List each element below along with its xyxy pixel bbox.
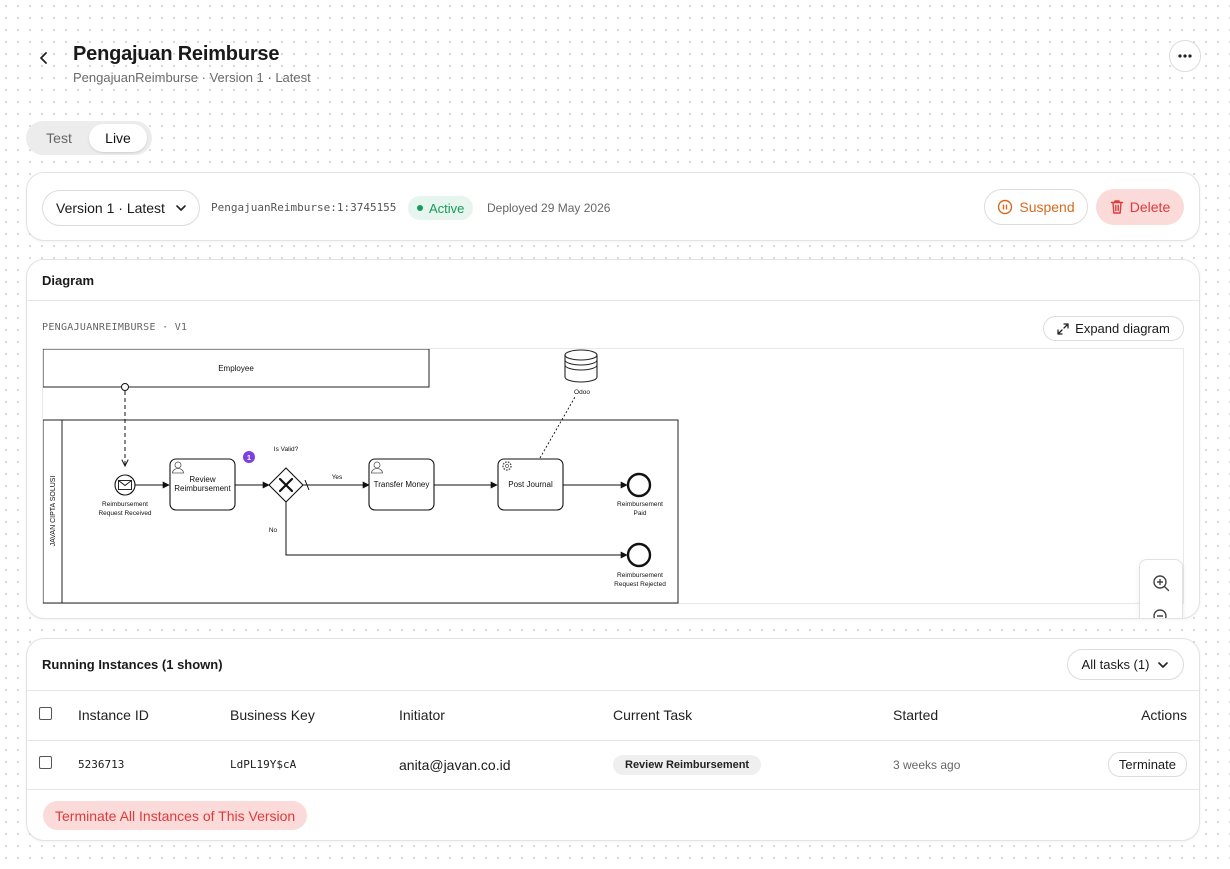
delete-button[interactable]: Delete: [1096, 189, 1184, 225]
suspend-label: Suspend: [1019, 199, 1075, 215]
diagram-caption: PENGAJUANREIMBURSE · V1: [42, 322, 188, 333]
end-paid-label-1: Reimbursement: [617, 501, 663, 508]
page-subtitle: PengajuanReimburse · Version 1 · Latest: [73, 70, 311, 85]
process-definition-key: PengajuanReimburse:1:3745155: [211, 201, 397, 214]
task-filter-dropdown[interactable]: All tasks (1): [1067, 649, 1184, 680]
task-transfer-money[interactable]: Transfer Money: [368, 458, 435, 511]
select-all-checkbox[interactable]: [39, 707, 52, 721]
deployed-date: Deployed 29 May 2026: [487, 201, 611, 215]
table-header-row: Instance ID Business Key Initiator Curre…: [27, 691, 1199, 740]
terminate-button[interactable]: Terminate: [1107, 752, 1187, 777]
task-filter-label: All tasks (1): [1081, 657, 1150, 672]
col-started[interactable]: Started: [893, 691, 1043, 740]
page-title: Pengajuan Reimburse: [73, 43, 280, 65]
instances-header: Running Instances (1 shown) All tasks (1…: [27, 639, 1199, 691]
trash-icon: [1110, 200, 1123, 214]
flow-label-yes: Yes: [332, 474, 343, 481]
odoo-datastore[interactable]: Odoo: [564, 349, 598, 396]
zoom-out-icon: [1153, 609, 1167, 618]
zoom-controls: [1139, 559, 1183, 618]
expand-diagram-label: Expand diagram: [1075, 321, 1170, 336]
zoom-out-button[interactable]: [1149, 605, 1173, 618]
status-text: Active: [429, 200, 465, 216]
cell-business-key: LdPL19Y$cA: [230, 758, 297, 771]
zoom-in-button[interactable]: [1149, 571, 1173, 595]
version-select-label: Version 1 · Latest: [56, 200, 165, 216]
col-initiator[interactable]: Initiator: [399, 691, 613, 740]
back-button[interactable]: [34, 48, 54, 68]
expand-icon: [1057, 322, 1069, 335]
post-journal-label: Post Journal: [508, 480, 553, 489]
start-event-label-1: Reimbursement: [102, 501, 148, 508]
current-task-pill: Review Reimbursement: [613, 754, 762, 775]
cell-started: 3 weeks ago: [893, 757, 961, 772]
instances-table: Instance ID Business Key Initiator Curre…: [27, 691, 1199, 790]
col-business-key[interactable]: Business Key: [230, 691, 399, 740]
employee-pool-label: Employee: [218, 364, 254, 373]
odoo-label: Odoo: [574, 389, 590, 396]
end-rejected-label-2: Request Rejected: [614, 581, 666, 588]
chevron-down-icon: [1158, 661, 1169, 668]
task-post-journal[interactable]: Post Journal: [497, 458, 564, 511]
instances-title: Running Instances (1 shown): [42, 657, 223, 672]
chevron-down-icon: [176, 205, 186, 211]
row-checkbox[interactable]: [39, 755, 52, 769]
col-actions: Actions: [1141, 707, 1187, 724]
bpmn-diagram: Employee Odoo JAVAN CIPTA SOLUSI Reimbur…: [42, 348, 679, 604]
suspend-button[interactable]: Suspend: [984, 189, 1088, 225]
end-paid-label-2: Paid: [633, 510, 646, 517]
status-badge: Active: [408, 196, 474, 220]
cell-instance-id: 5236713: [78, 758, 125, 771]
expand-diagram-button[interactable]: Expand diagram: [1043, 316, 1184, 341]
diagram-heading: Diagram: [27, 260, 1199, 301]
terminate-all-button[interactable]: Terminate All Instances of This Version: [43, 801, 308, 830]
col-instance-id[interactable]: Instance ID: [78, 691, 230, 740]
transfer-task-label: Transfer Money: [374, 480, 430, 489]
environment-toggle: Test Live: [26, 121, 152, 155]
zoom-in-icon: [1153, 575, 1170, 592]
bpmn-canvas[interactable]: Employee Odoo JAVAN CIPTA SOLUSI Reimbur…: [42, 348, 1184, 618]
col-current-task[interactable]: Current Task: [613, 691, 893, 740]
version-bar: Version 1 · Latest PengajuanReimburse:1:…: [26, 172, 1200, 241]
flow-label-no: No: [269, 527, 278, 534]
review-task-label-1: Review: [189, 475, 215, 484]
review-task-label-2: Reimbursement: [174, 484, 231, 493]
end-rejected-label-1: Reimbursement: [617, 572, 663, 579]
gateway-label: Is Valid?: [274, 446, 299, 453]
more-horizontal-icon: [1178, 54, 1192, 58]
delete-label: Delete: [1129, 199, 1171, 215]
employee-pool[interactable]: Employee: [42, 348, 430, 388]
start-event-label-2: Request Received: [98, 510, 151, 517]
chevron-left-icon: [40, 52, 47, 64]
pause-circle-icon: [998, 199, 1013, 215]
version-select[interactable]: Version 1 · Latest: [42, 190, 200, 226]
status-dot-icon: [417, 205, 423, 211]
tab-live[interactable]: Live: [89, 124, 147, 152]
diagram-card: Diagram PENGAJUANREIMBURSE · V1 Expand d…: [26, 259, 1200, 619]
running-instances-card: Running Instances (1 shown) All tasks (1…: [26, 638, 1200, 841]
table-row[interactable]: 5236713 LdPL19Y$cA anita@javan.co.id Rev…: [27, 740, 1199, 789]
active-instance-badge: 1: [243, 451, 255, 463]
tab-test[interactable]: Test: [29, 124, 89, 152]
message-flow-source: [121, 383, 129, 391]
active-instance-count: 1: [247, 453, 251, 462]
cell-initiator: anita@javan.co.id: [399, 756, 511, 773]
lane-label: JAVAN CIPTA SOLUSI: [50, 476, 57, 547]
more-options-button[interactable]: [1169, 40, 1201, 72]
task-review-reimbursement[interactable]: Review Reimbursement: [169, 458, 236, 511]
